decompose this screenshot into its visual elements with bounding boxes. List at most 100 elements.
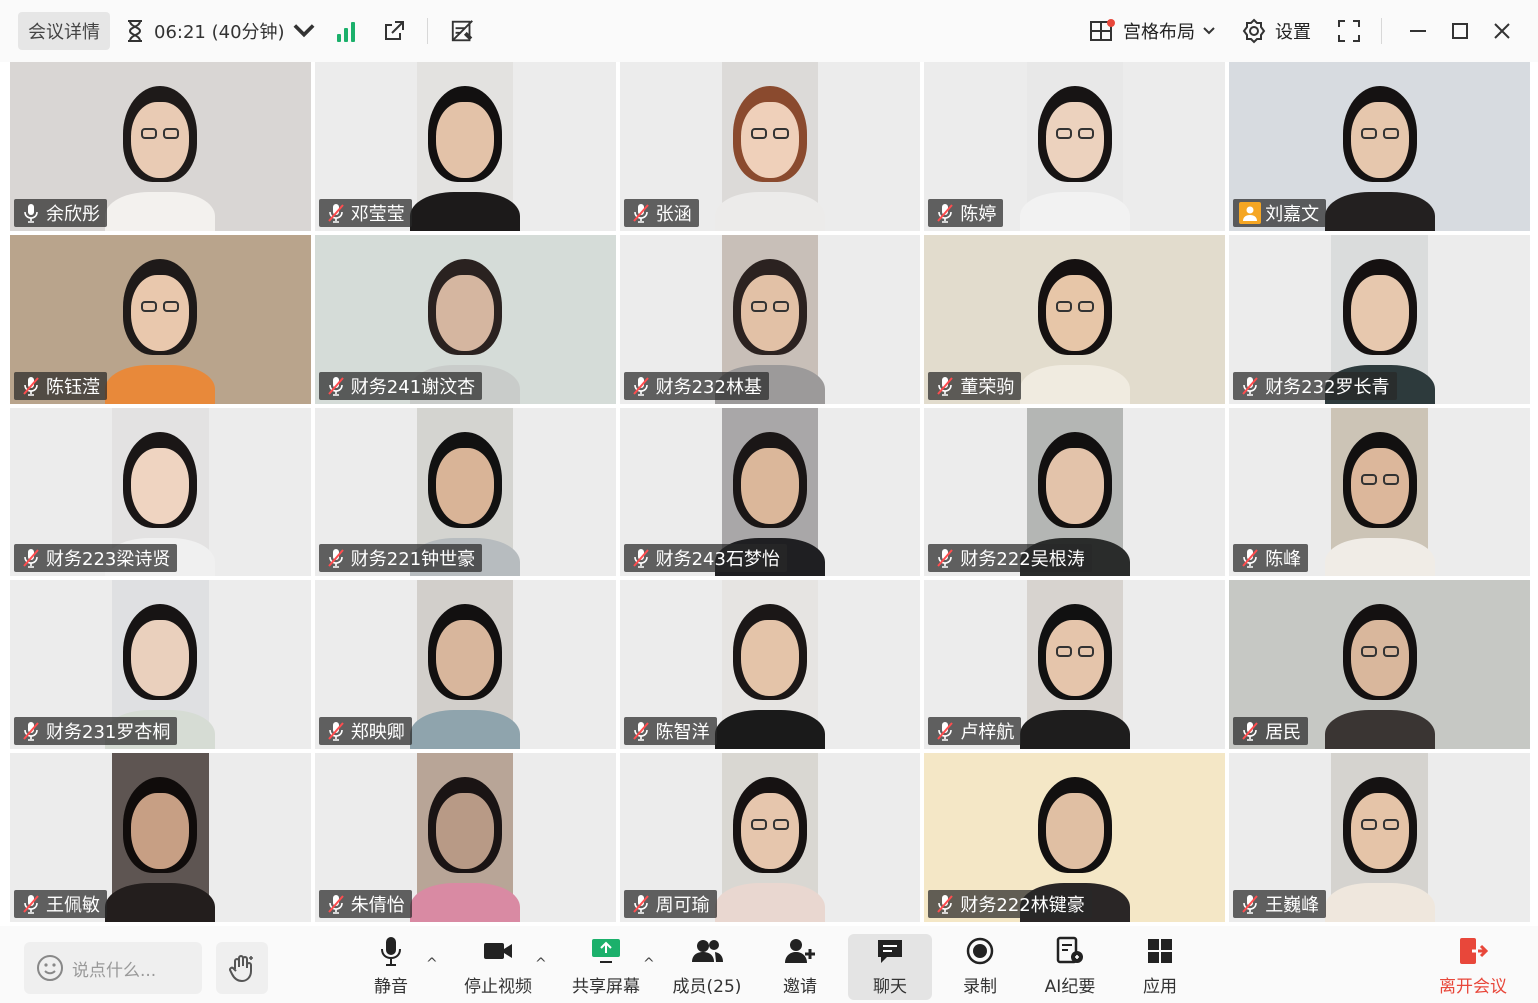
participant-tile[interactable]: 陈峰 [1229,407,1530,577]
settings-button[interactable]: 设置 [1241,18,1311,44]
participant-tile[interactable]: 财务232罗长青 [1229,234,1530,404]
participant-name-tag: 陈钰滢 [14,371,107,400]
participant-avatar [105,253,216,404]
participant-video [410,753,521,922]
participant-name: 财务221钟世豪 [350,549,476,571]
participant-name: 陈钰滢 [46,376,100,398]
audio-options-chevron-icon[interactable]: ^ [426,956,438,972]
microphone-muted-icon [325,375,347,397]
participant-name: 朱倩怡 [350,895,405,916]
participant-avatar [714,598,825,750]
participant-name: 财务241谢汶杏 [350,376,476,398]
participant-tile[interactable]: 朱倩怡 [314,753,616,922]
microphone-icon [20,202,42,224]
chat-button[interactable]: 聊天 [848,934,932,1000]
participant-tile[interactable]: 余欣彤 [10,62,311,231]
microphone-muted-icon [934,547,956,569]
participant-video [714,753,825,922]
timer-text: 06:21 (40分钟) [154,22,285,43]
participant-tile[interactable]: 王巍峰 [1229,753,1530,922]
microphone-muted-icon [325,202,347,224]
share-screen-button[interactable]: 共享屏幕 [570,934,642,1000]
minimize-icon[interactable] [1406,19,1430,43]
participant-tile[interactable]: 刘嘉文 [1229,62,1530,231]
participant-tile[interactable]: 财务243石梦怡 [619,407,921,577]
record-button[interactable]: 录制 [962,934,998,1000]
ai-summary-button[interactable]: AI纪要 [1042,934,1098,1000]
participant-avatar [105,771,216,922]
participant-tile[interactable]: 陈智洋 [619,580,921,750]
microphone-muted-icon [934,375,956,397]
participant-name-tag: 财务241谢汶杏 [318,371,483,400]
microphone-muted-icon [1239,547,1261,569]
microphone-muted-icon [630,375,652,397]
participant-video [714,580,825,750]
microphone-muted-icon [934,893,956,915]
record-label: 录制 [963,977,997,997]
participant-tile[interactable]: 张涵 [619,62,921,231]
participant-tile[interactable]: 邓莹莹 [314,62,616,231]
members-icon [692,940,723,962]
participant-tile[interactable]: 陈钰滢 [10,234,311,404]
chat-label: 聊天 [873,977,907,997]
participant-video [714,62,825,231]
apps-label: 应用 [1143,977,1177,997]
participant-tile[interactable]: 陈婷 [924,62,1226,231]
chevron-down-icon [1203,27,1215,35]
participant-tile[interactable]: 财务231罗杏桐 [10,580,311,750]
invite-label: 邀请 [783,977,817,997]
quick-chat-input[interactable]: 说点什么... [24,942,202,994]
participant-tile[interactable]: 卢梓航 [924,580,1226,750]
participant-tile[interactable]: 财务241谢汶杏 [314,234,616,404]
participant-avatar [1019,80,1130,231]
microphone-muted-icon [1239,375,1261,397]
participant-tile[interactable]: 财务222吴根涛 [924,407,1226,577]
participant-tile[interactable]: 居民 [1229,580,1530,750]
participant-tile[interactable]: 董荣驹 [924,234,1226,404]
members-label: 成员(25) [672,977,742,997]
layout-label: 宫格布局 [1123,22,1195,43]
apps-button[interactable]: 应用 [1140,934,1180,1000]
participant-tile[interactable]: 财务223梁诗贤 [10,407,311,577]
meeting-timer[interactable]: 06:21 (40分钟) [124,18,315,44]
leave-door-icon [1460,938,1489,964]
video-options-chevron-icon[interactable]: ^ [535,956,547,972]
participant-name-tag: 陈峰 [1233,544,1309,573]
gear-icon [1242,18,1266,44]
stop-video-button[interactable]: 停止视频 [462,934,534,1000]
members-button[interactable]: 成员(25) [672,934,742,1000]
meeting-details-button[interactable]: 会议详情 [18,12,110,50]
network-signal-icon[interactable] [336,20,359,42]
participant-name-tag: 财务232罗长青 [1233,371,1397,400]
participant-avatar [1324,771,1435,922]
grid-layout-button[interactable]: 宫格布局 [1089,18,1215,44]
share-screen-icon [592,939,620,963]
participant-video [105,753,216,922]
participant-name: 陈峰 [1265,549,1302,571]
raise-hand-button[interactable] [216,942,268,994]
ai-summary-icon [1056,936,1083,964]
participant-tile[interactable]: 财务222林键豪 [924,753,1226,922]
participant-tile[interactable]: 郑映卿 [314,580,616,750]
participant-tile[interactable]: 周可瑜 [619,753,921,922]
microphone-muted-icon [325,547,347,569]
leave-meeting-button[interactable]: 离开会议 [1438,934,1508,1000]
participant-name-tag: 财务243石梦怡 [623,544,787,573]
annotation-off-icon[interactable] [450,18,476,44]
hourglass-icon [128,20,142,42]
participant-name-tag: 余欣彤 [14,198,107,227]
participant-tile[interactable]: 王佩敏 [10,753,311,922]
microphone-muted-icon [20,547,42,569]
participant-name-tag: 朱倩怡 [318,890,412,918]
participant-name: 郑映卿 [350,722,405,744]
participant-tile[interactable]: 财务221钟世豪 [314,407,616,577]
participant-name: 张涵 [655,203,692,225]
share-options-chevron-icon[interactable]: ^ [643,956,655,972]
close-icon[interactable] [1490,19,1514,43]
maximize-icon[interactable] [1448,19,1472,43]
participant-tile[interactable]: 财务232林基 [619,234,921,404]
invite-button[interactable]: 邀请 [780,934,820,1000]
mute-button[interactable]: 静音 [366,934,416,1000]
fullscreen-icon[interactable] [1337,19,1361,43]
share-link-icon[interactable] [381,18,407,44]
